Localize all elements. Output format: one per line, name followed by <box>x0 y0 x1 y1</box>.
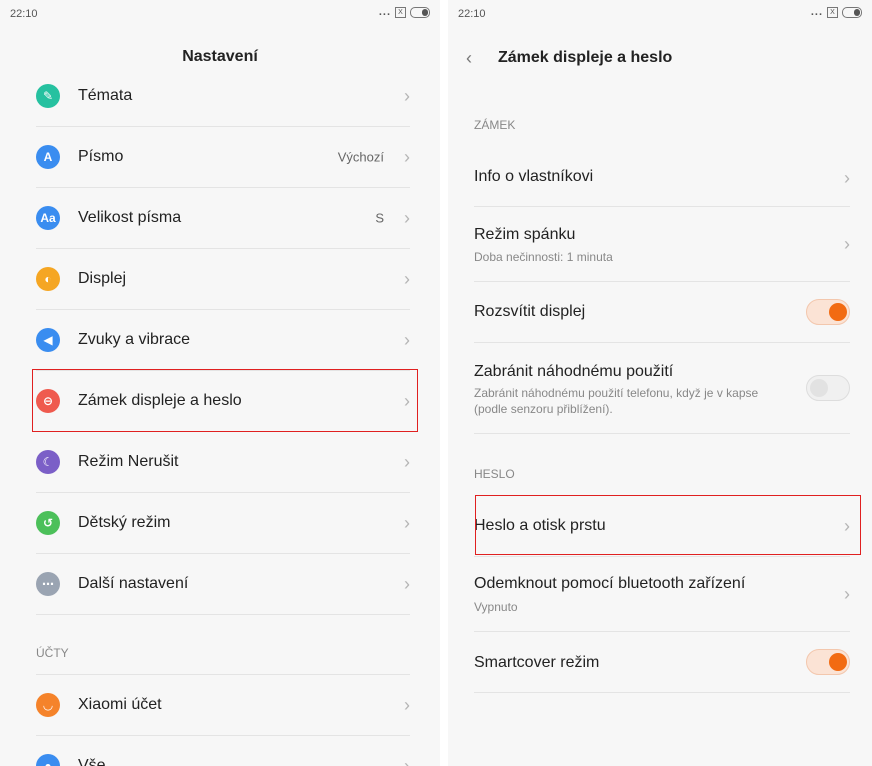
account-item[interactable]: ◡ Xiaomi účet › <box>36 675 410 735</box>
prevent-accidental-item: Zabránit náhodnému použití Zabránit náho… <box>474 343 850 433</box>
settings-item-label: Témata <box>78 87 133 104</box>
wake-display-item: Rozsvítit displej <box>474 282 850 342</box>
battery-icon <box>410 6 430 18</box>
chevron-right-icon: › <box>404 208 410 228</box>
settings-item-label: Další nastavení <box>78 575 189 592</box>
chevron-right-icon: › <box>844 234 850 254</box>
settings-item-label: Zvuky a vibrace <box>78 331 191 348</box>
smartcover-item: Smartcover režim <box>474 632 850 692</box>
settings-item[interactable]: ◀ Zvuky a vibrace › <box>36 310 410 370</box>
chevron-right-icon: › <box>404 86 410 106</box>
bluetooth-unlock-item[interactable]: Odemknout pomocí bluetooth zařízení Vypn… <box>474 557 850 631</box>
lock-screen-settings: 22:10 ... X ‹ Zámek displeje a heslo ZÁM… <box>448 0 872 766</box>
owner-info-item[interactable]: Info o vlastníkovi › <box>474 150 850 206</box>
bluetooth-unlock-subtitle: Vypnuto <box>474 600 518 614</box>
wake-display-label: Rozsvítit displej <box>474 303 586 320</box>
toggle-knob <box>810 379 828 397</box>
sleep-mode-item[interactable]: Režim spánku Doba nečinnosti: 1 minuta › <box>474 207 850 281</box>
notification-dots-icon: ... <box>810 6 823 18</box>
settings-item[interactable]: ✎ Témata › <box>36 66 410 126</box>
settings-item-label: Velikost písma <box>78 209 182 226</box>
account-item-label: Xiaomi účet <box>78 696 162 713</box>
owner-info-label: Info o vlastníkovi <box>474 168 594 185</box>
brush-icon: ✎ <box>36 84 60 108</box>
header-bar: ‹ Zámek displeje a heslo <box>448 46 872 72</box>
section-label-accounts: ÚČTY <box>36 646 69 660</box>
prevent-accidental-subtitle: Zabránit náhodnému použití telefonu, kdy… <box>474 386 759 416</box>
smartcover-label: Smartcover režim <box>474 654 600 671</box>
settings-item-value: Výchozí <box>337 149 384 165</box>
toggle-knob <box>829 653 847 671</box>
settings-item-label: Displej <box>78 270 127 287</box>
divider <box>36 614 410 615</box>
status-icons: ... X <box>379 6 430 18</box>
font-icon: A <box>36 145 60 169</box>
settings-item-label: Písmo <box>78 148 124 165</box>
sim-icon: X <box>395 6 406 18</box>
page-title: Zámek displeje a heslo <box>498 49 673 66</box>
settings-item[interactable]: A Písmo Výchozí › <box>36 127 410 187</box>
page-title: Nastavení <box>182 48 258 65</box>
chevron-right-icon: › <box>404 513 410 533</box>
highlight-password-item <box>475 495 861 555</box>
chevron-right-icon: › <box>404 756 410 766</box>
moon-icon: ☾ <box>36 450 60 474</box>
divider <box>474 433 850 434</box>
more-icon: ⋯ <box>36 572 60 596</box>
settings-item[interactable]: ◐ Displej › <box>36 249 410 309</box>
status-time: 22:10 <box>10 8 38 20</box>
divider <box>36 674 410 675</box>
settings-item[interactable]: Aa Velikost písma S › <box>36 188 410 248</box>
chevron-right-icon: › <box>404 147 410 167</box>
all-accounts-icon: ● <box>36 754 60 766</box>
highlight-lock-item <box>32 369 418 432</box>
divider <box>474 692 850 693</box>
speaker-icon: ◀ <box>36 328 60 352</box>
chevron-right-icon: › <box>404 695 410 715</box>
settings-item-label: Dětský režim <box>78 514 171 531</box>
bluetooth-unlock-label: Odemknout pomocí bluetooth zařízení <box>474 575 746 592</box>
display-icon: ◐ <box>36 267 60 291</box>
smartcover-toggle[interactable] <box>806 649 850 675</box>
status-time: 22:10 <box>458 8 486 20</box>
chevron-right-icon: › <box>844 168 850 188</box>
notification-dots-icon: ... <box>378 6 391 18</box>
toggle-knob <box>829 303 847 321</box>
chevron-right-icon: › <box>404 574 410 594</box>
chevron-right-icon: › <box>404 452 410 472</box>
account-item-label: Vše <box>78 757 106 766</box>
sleep-mode-label: Režim spánku <box>474 226 576 243</box>
back-arrow-icon[interactable]: ‹ <box>466 47 472 69</box>
settings-item-label: Režim Nerušit <box>78 453 179 470</box>
child-icon: ↺ <box>36 511 60 535</box>
mi-account-icon: ◡ <box>36 693 60 717</box>
status-bar: 22:10 ... X <box>0 0 440 26</box>
prevent-accidental-toggle[interactable] <box>806 375 850 401</box>
settings-item-value: S <box>375 210 384 226</box>
sleep-mode-subtitle: Doba nečinnosti: 1 minuta <box>474 250 613 264</box>
settings-item[interactable]: ↺ Dětský režim › <box>36 493 410 553</box>
chevron-right-icon: › <box>844 584 850 604</box>
section-label-lock: ZÁMEK <box>474 118 516 132</box>
sim-icon: X <box>827 6 838 18</box>
settings-item[interactable]: ⋯ Další nastavení › <box>36 554 410 614</box>
chevron-right-icon: › <box>404 330 410 350</box>
status-icons: ... X <box>811 6 862 18</box>
font-size-icon: Aa <box>36 206 60 230</box>
status-bar: 22:10 ... X <box>448 0 872 26</box>
chevron-right-icon: › <box>404 269 410 289</box>
settings-screen: 22:10 ... X Nastavení ✎ Témata › A Písmo Vých… <box>0 0 440 766</box>
account-item[interactable]: ● Vše › <box>36 736 410 766</box>
prevent-accidental-label: Zabránit náhodnému použití <box>474 363 674 380</box>
wake-display-toggle[interactable] <box>806 299 850 325</box>
battery-icon <box>842 6 862 18</box>
section-label-password: HESLO <box>474 467 515 481</box>
settings-item[interactable]: ☾ Režim Nerušit › <box>36 432 410 492</box>
